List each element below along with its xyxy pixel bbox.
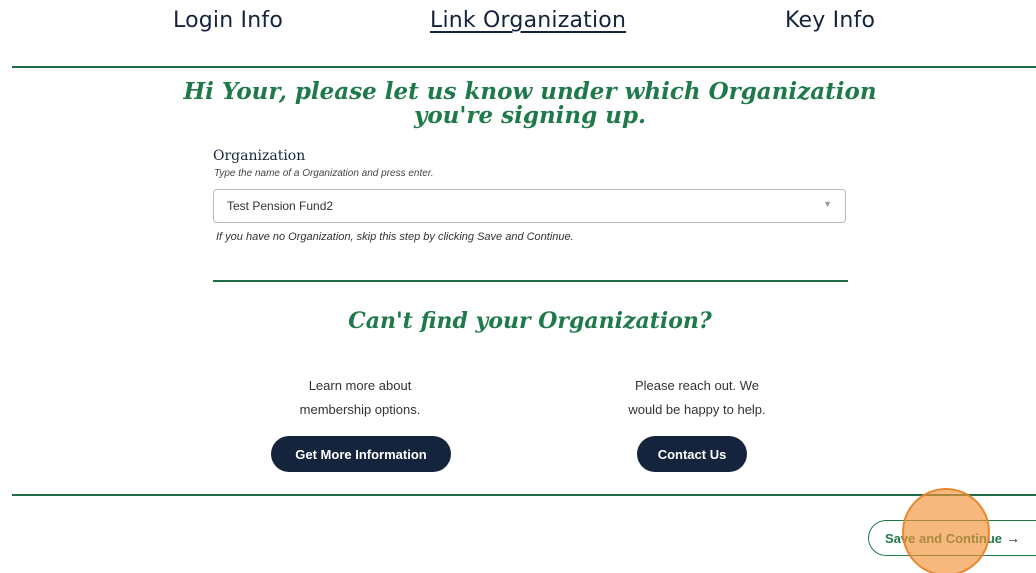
step-login-info[interactable]: Login Info (173, 8, 283, 33)
cant-find-heading: Can't find your Organization? (348, 308, 712, 334)
organization-select[interactable]: Test Pension Fund2 ▼ (213, 189, 846, 223)
step-key-info[interactable]: Key Info (785, 8, 875, 33)
step-link-organization[interactable]: Link Organization (430, 8, 626, 33)
organization-label: Organization (213, 148, 306, 164)
headline-line-1: Hi Your, please let us know under which … (183, 78, 877, 105)
page-headline: Hi Your, please let us know under which … (180, 80, 880, 128)
contact-us-button[interactable]: Contact Us (637, 436, 747, 472)
section-divider (213, 280, 848, 282)
signup-steps-nav: Login Info Link Organization Key Info (0, 8, 1036, 38)
bottom-divider (12, 494, 1036, 496)
organization-hint: Type the name of a Organization and pres… (214, 168, 434, 179)
contact-info-line-1: Please reach out. We (634, 378, 760, 393)
get-more-information-button[interactable]: Get More Information (271, 436, 451, 472)
arrow-right-icon: → (1006, 530, 1021, 546)
save-and-continue-button[interactable]: Save and Continue → (868, 520, 1036, 556)
chevron-down-icon[interactable]: ▼ (823, 199, 832, 209)
contact-info-line-2: would be happy to help. (628, 402, 766, 417)
save-and-continue-label: Save and Continue (885, 530, 1003, 546)
membership-info-line-1: Learn more about (308, 378, 412, 393)
headline-line-2: you're signing up. (413, 102, 647, 129)
membership-info-text: Learn more about membership options. (260, 374, 460, 422)
skip-step-note: If you have no Organization, skip this s… (216, 231, 574, 243)
top-divider (12, 66, 1036, 68)
contact-info-text: Please reach out. We would be happy to h… (597, 374, 797, 422)
organization-select-value: Test Pension Fund2 (227, 199, 334, 213)
signup-page: Login Info Link Organization Key Info Hi… (0, 0, 1036, 573)
membership-info-line-2: membership options. (299, 402, 421, 417)
